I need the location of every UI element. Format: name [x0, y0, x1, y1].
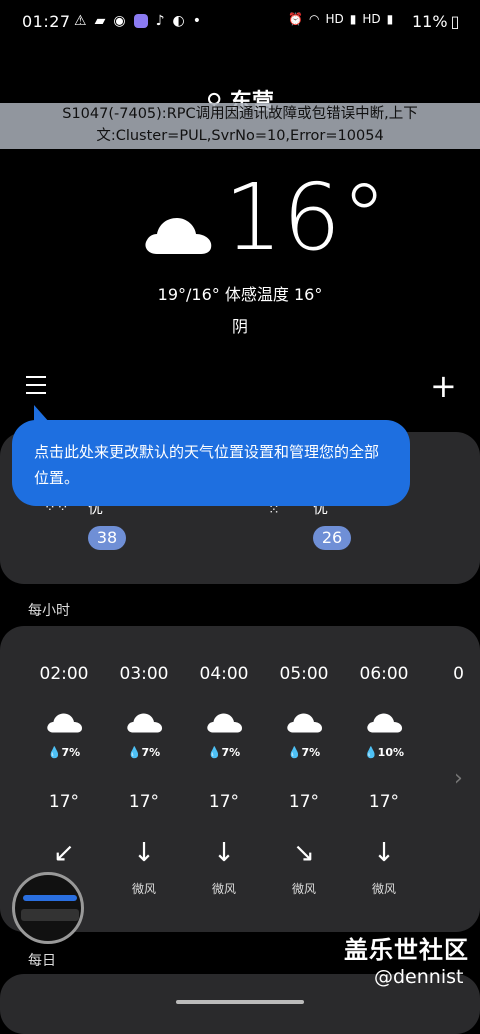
raindrop-icon: 💧 [363, 746, 378, 759]
system-icons: ⏰ ◠ HD ▮ HD ▮ [288, 12, 393, 26]
location-tooltip[interactable]: 点击此处来更改默认的天气位置设置和管理您的全部位置。 [12, 420, 410, 506]
hour-temp: 17° [288, 792, 320, 812]
wind-direction-icon: ↘ [293, 838, 315, 868]
aq-right-value: 26 [313, 526, 351, 550]
message-icon: ▰ [94, 13, 106, 29]
cloud-icon [47, 713, 83, 733]
raindrop-icon: 💧 [127, 746, 142, 759]
watermark-user: @dennist [374, 966, 464, 988]
cloud-icon [287, 713, 323, 733]
cloud-icon [367, 713, 403, 733]
wind-label: 微风 [371, 882, 396, 896]
chevron-right-icon[interactable]: › [454, 766, 463, 791]
hour-precip: 💧7% [207, 746, 241, 759]
floating-screenshot-thumbnail[interactable] [12, 872, 84, 944]
menu-icon[interactable] [26, 376, 48, 394]
warning-icon: ⚠ [74, 13, 87, 29]
error-line-1: S1047(-7405):RPC调用因通讯故障或包错误中断,上下 [62, 106, 418, 122]
more-dot-icon: • [192, 13, 201, 29]
app-badge-icon [133, 14, 148, 28]
temperature-range: 19°/16° 体感温度 16° [157, 285, 323, 304]
battery-percent: 11% [412, 12, 448, 31]
cloud-icon [145, 218, 212, 254]
battery-icon: ▯ [450, 12, 460, 31]
hour-precip: 💧10% [363, 746, 405, 759]
hour-time: 0 [453, 664, 464, 684]
status-bar: 01:27 ⚠ ▰ ◉ ♪ ◐ • ⏰ ◠ HD ▮ HD ▮ 11% ▯ [0, 0, 480, 44]
wind-direction-icon: ↓ [133, 838, 155, 868]
wechat-icon: ◐ [172, 13, 185, 29]
wind-direction-icon: ↓ [373, 838, 395, 868]
network-hd-right: HD [362, 12, 381, 26]
raindrop-icon: 💧 [287, 746, 302, 759]
alarm-icon: ⏰ [288, 12, 303, 26]
aq-left-value: 38 [88, 526, 126, 550]
wind-label: 微风 [211, 882, 236, 896]
current-temperature: 16° [224, 164, 388, 271]
hour-time: 03:00 [119, 664, 169, 684]
hour-precip: 💧7% [47, 746, 81, 759]
tiktok-icon: ♪ [155, 13, 165, 29]
cloud-icon [127, 713, 163, 733]
hour-temp: 17° [368, 792, 400, 812]
error-line-2: 文:Cluster=PUL,SvrNo=10,Error=10054 [96, 128, 384, 144]
raindrop-icon: 💧 [47, 746, 62, 759]
weather-condition: 阴 [231, 317, 248, 336]
error-banner: S1047(-7405):RPC调用因通讯故障或包错误中断,上下 文:Clust… [0, 103, 480, 149]
hourly-title: 每小时 [28, 603, 70, 619]
wind-label: 微风 [291, 882, 316, 896]
wind-direction-icon: ↓ [213, 838, 235, 868]
wifi-icon: ◠ [308, 12, 320, 26]
notification-icons: ⚠ ▰ ◉ ♪ ◐ • [74, 13, 201, 29]
home-indicator[interactable] [176, 1000, 304, 1004]
hour-time: 05:00 [279, 664, 329, 684]
hour-temp: 17° [128, 792, 160, 812]
add-location-icon[interactable]: + [430, 370, 457, 402]
wind-direction-icon: ↙ [53, 838, 75, 868]
hour-temp: 17° [48, 792, 80, 812]
raindrop-icon: 💧 [207, 746, 222, 759]
wind-label: 微风 [131, 882, 156, 896]
signal-icon-right: ▮ [386, 12, 394, 26]
daily-title: 每日 [28, 953, 56, 969]
weibo-icon: ◉ [113, 13, 126, 29]
network-hd-left: HD [325, 12, 344, 26]
status-time: 01:27 [22, 12, 71, 31]
watermark-title: 盖乐世社区 [344, 936, 469, 964]
hour-time: 04:00 [199, 664, 249, 684]
signal-icon-left: ▮ [349, 12, 357, 26]
hour-temp: 17° [208, 792, 240, 812]
hour-precip: 💧7% [127, 746, 161, 759]
hour-precip: 💧7% [287, 746, 321, 759]
hour-time: 02:00 [39, 664, 89, 684]
cloud-icon [207, 713, 243, 733]
battery: 11% ▯ [412, 12, 459, 31]
